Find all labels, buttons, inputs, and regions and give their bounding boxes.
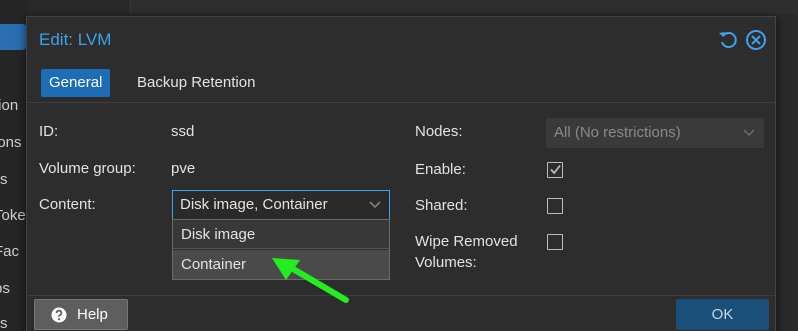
wipe-removed-volumes-label: Wipe Removed xyxy=(415,233,518,250)
dialog-footer: Help OK xyxy=(27,295,775,331)
enable-checkbox[interactable] xyxy=(547,162,563,178)
question-icon xyxy=(51,307,67,323)
dialog-header: Edit: LVM xyxy=(27,17,775,63)
tab-backup-retention[interactable]: Backup Retention xyxy=(129,69,263,97)
enable-label: Enable: xyxy=(415,161,466,178)
background-sidebar-text: ions xyxy=(0,134,22,151)
ok-button[interactable]: OK xyxy=(676,299,769,330)
id-label: ID: xyxy=(39,123,59,140)
wipe-removed-volumes-checkbox[interactable] xyxy=(547,234,563,250)
tab-bar: General Backup Retention xyxy=(27,63,775,103)
close-icon[interactable] xyxy=(745,29,767,51)
nodes-label: Nodes: xyxy=(415,123,463,140)
dialog-title: Edit: LVM xyxy=(39,30,112,49)
background-selected-item xyxy=(0,24,26,50)
tab-general[interactable]: General xyxy=(41,69,111,97)
content-select[interactable]: Disk image, Container xyxy=(172,190,390,220)
id-value: ssd xyxy=(171,123,195,140)
nodes-select-value: All (No restrictions) xyxy=(554,124,681,141)
reset-icon[interactable] xyxy=(717,29,739,51)
annotation-arrow-icon xyxy=(272,258,349,303)
background-sidebar: tion ions s Toke Fac ps s xyxy=(0,0,28,331)
edit-lvm-dialog: Edit: LVM General Backup Retention ID: s… xyxy=(26,16,776,331)
background-sidebar-text: Toke xyxy=(0,207,26,224)
background-sidebar-text: ps xyxy=(0,280,10,297)
background-sidebar-text: tion xyxy=(0,97,19,114)
wipe-removed-volumes-label-line2: Volumes: xyxy=(415,254,477,271)
help-button[interactable]: Help xyxy=(34,299,128,330)
chevron-down-icon xyxy=(743,129,755,137)
shared-label: Shared: xyxy=(415,197,468,214)
volume-group-value: pve xyxy=(171,160,196,177)
shared-checkbox[interactable] xyxy=(547,198,563,214)
content-select-value: Disk image, Container xyxy=(180,196,328,213)
volume-group-label: Volume group: xyxy=(39,160,136,177)
help-button-label: Help xyxy=(77,306,108,323)
background-topbar xyxy=(130,0,798,14)
background-sidebar-text: s xyxy=(0,315,8,331)
content-option-disk-image[interactable]: Disk image xyxy=(173,220,389,249)
checkmark-icon xyxy=(550,164,561,175)
background-sidebar-text: s xyxy=(0,171,8,188)
nodes-select[interactable]: All (No restrictions) xyxy=(546,118,764,148)
background-sidebar-text: Fac xyxy=(0,243,20,260)
content-label: Content: xyxy=(39,196,96,213)
chevron-down-icon xyxy=(369,201,381,209)
